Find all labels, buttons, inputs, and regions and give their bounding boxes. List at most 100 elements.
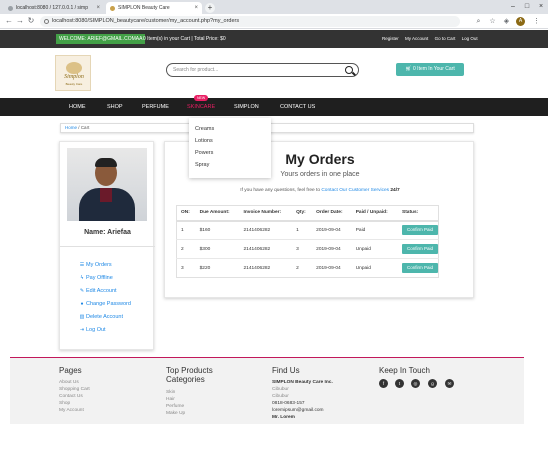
email-icon[interactable]: ✉ [445, 379, 454, 388]
sidebar-item-label: Delete Account [86, 314, 123, 320]
column-header: Due Amount: [195, 205, 240, 222]
dropdown-item-lotions[interactable]: Lotions [195, 138, 213, 144]
sidebar-item-delete-account[interactable]: ▥ Delete Account [79, 314, 123, 320]
dropdown-item-creams[interactable]: Creams [195, 126, 214, 132]
sidebar-item-edit-account[interactable]: ✎ Edit Account [79, 288, 117, 294]
tab-close-icon[interactable]: × [194, 2, 198, 14]
help-note-suffix: 24/7 [390, 188, 400, 193]
sidebar-item-pay-offline[interactable]: ϟ Pay Offline [79, 275, 113, 281]
my-account-link[interactable]: My Account [405, 36, 428, 41]
forward-icon[interactable]: → [15, 16, 25, 26]
table-row: 3 $220 2141406282 2 2019-09-04 Unpaid Co… [176, 258, 439, 278]
breadcrumb-current: Cart [80, 125, 90, 130]
logo-subtext: Beauty Care [65, 82, 83, 86]
cell-date: 2019-09-04 [312, 220, 352, 240]
pencil-icon: ✎ [79, 288, 85, 294]
footer-link-make-up[interactable]: Make Up [166, 411, 185, 416]
cell-date: 2019-09-04 [312, 258, 352, 278]
star-icon[interactable]: ☆ [488, 17, 497, 26]
nav-perfume[interactable]: PERFUME [142, 98, 169, 116]
search-input[interactable]: Search for product... [166, 63, 359, 77]
back-icon[interactable]: ← [4, 16, 14, 26]
cart-button-label: 0 Item In Your Cart [413, 66, 455, 72]
nav-simplon[interactable]: SIMPLON [234, 98, 259, 116]
google-plus-icon[interactable]: g [428, 379, 437, 388]
cell-due: $300 [195, 239, 240, 259]
register-link[interactable]: Register [382, 36, 399, 41]
help-note-prefix: If you have any questions, feel free to [240, 188, 320, 193]
confirm-paid-button[interactable]: Confirm Paid [402, 263, 438, 273]
column-header: Qty: [292, 205, 313, 222]
footer-link-shop[interactable]: Shop [59, 401, 70, 406]
menu-dots-icon[interactable]: ⋮ [532, 17, 541, 26]
confirm-paid-button[interactable]: Confirm Paid [402, 244, 438, 254]
profile-photo [67, 148, 147, 221]
footer-pages-title: Pages [59, 366, 82, 375]
cart-button[interactable]: 🛒︎ 0 Item In Your Cart [396, 63, 464, 76]
log-out-link[interactable]: Log Out [462, 36, 478, 41]
column-header: Status: [398, 205, 439, 222]
footer-link-perfume[interactable]: Perfume [166, 404, 184, 409]
breadcrumb-home[interactable]: Home [65, 125, 77, 130]
url-input[interactable]: localhost:8080/SIMPLON_beautycare/custom… [40, 16, 460, 27]
cell-qty: 2 [292, 258, 313, 278]
confirm-paid-button[interactable]: Confirm Paid [402, 225, 438, 236]
cell-date: 2019-09-04 [312, 239, 352, 259]
footer-link-hair[interactable]: Hair [166, 397, 175, 402]
cart-icon: 🛒︎ [405, 66, 414, 72]
sidebar-item-label: Log Out [86, 327, 106, 333]
cart-summary: 0 Item(s) in your Cart | Total Price: $0 [143, 36, 226, 42]
column-header: Paid / Unpaid: [351, 205, 398, 222]
footer-link-about-us[interactable]: About Us [59, 380, 79, 385]
footer-link-shopping-cart[interactable]: Shopping Cart [59, 387, 90, 392]
nav-contact-us[interactable]: CONTACT US [280, 98, 315, 116]
window-close-icon[interactable]: × [534, 0, 548, 14]
page-root: localhost:8080 / 127.0.0.1 / simp × SIMP… [0, 0, 548, 464]
go-to-cart-link[interactable]: Go to Cart [435, 36, 456, 41]
orders-table: ON: Due Amount: Invoice Number: Qty: Ord… [176, 205, 439, 278]
address-line: Cibubur [272, 387, 289, 392]
browser-tab-simplon[interactable]: SIMPLON Beauty Care × [106, 2, 202, 14]
sidebar-item-log-out[interactable]: ⇥ Log Out [79, 327, 106, 333]
footer-link-contact-us[interactable]: Contact Us [59, 394, 83, 399]
site-info-icon[interactable] [44, 19, 49, 24]
facebook-icon[interactable]: f [379, 379, 388, 388]
sidebar-item-label: Change Password [86, 301, 131, 307]
minimize-icon[interactable]: – [506, 0, 520, 14]
company-name: SIMPLON Beauty Care Inc. [272, 380, 333, 385]
cell-paid: Unpaid [351, 239, 398, 259]
footer-link-skin[interactable]: Skin [166, 390, 175, 395]
instagram-icon[interactable]: ◎ [411, 379, 420, 388]
dropdown-item-powers[interactable]: Powers [195, 150, 213, 156]
reload-icon[interactable]: ↻ [26, 16, 36, 26]
browser-tab-phpmyadmin[interactable]: localhost:8080 / 127.0.0.1 / simp × [4, 2, 104, 14]
site-top-bar: WELCOME: ARIEF@GMAIL.COMAA 0 Item(s) in … [0, 30, 548, 48]
footer-find-us-title: Find Us [272, 366, 300, 375]
url-text: localhost:8080/SIMPLON_beautycare/custom… [52, 18, 240, 24]
tab-close-icon[interactable]: × [96, 2, 100, 14]
nav-home[interactable]: HOME [69, 98, 86, 116]
sidebar-item-my-orders[interactable]: ☰ My Orders [79, 262, 112, 268]
twitter-icon[interactable]: t [395, 379, 404, 388]
cell-invoice: 2141406282 [239, 239, 293, 259]
search-icon[interactable] [345, 66, 353, 74]
site-logo[interactable]: Simplon Beauty Care [55, 55, 91, 91]
customer-service-link[interactable]: Contact Our Customer Services [321, 188, 389, 193]
sidebar-item-change-password[interactable]: ● Change Password [79, 301, 131, 307]
footer-link-my-account[interactable]: My Account [59, 408, 84, 413]
maximize-icon[interactable]: □ [520, 0, 534, 14]
logo-text: Simplon [64, 74, 84, 80]
nav-shop[interactable]: SHOP [107, 98, 123, 116]
dropdown-item-spray[interactable]: Spray [195, 162, 209, 168]
email-address[interactable]: loremipsum@gmail.com [272, 408, 324, 413]
help-note: If you have any questions, feel free to … [165, 188, 475, 193]
cell-invoice: 2141406282 [239, 258, 293, 278]
phone-number: 0818-0683-157 [272, 401, 305, 406]
contact-person: Mr. Lorem [272, 415, 295, 420]
profile-avatar[interactable]: A [516, 17, 525, 26]
extension-icon[interactable]: ◈ [502, 17, 511, 26]
search-icon[interactable]: ⌕ [474, 17, 483, 26]
account-sidebar: Name: Ariefaa ☰ My Orders ϟ Pay Offline ✎ E… [59, 141, 155, 350]
table-row: 2 $300 2141406282 3 2019-09-04 Unpaid Co… [176, 239, 439, 259]
new-tab-icon[interactable]: + [205, 3, 215, 13]
